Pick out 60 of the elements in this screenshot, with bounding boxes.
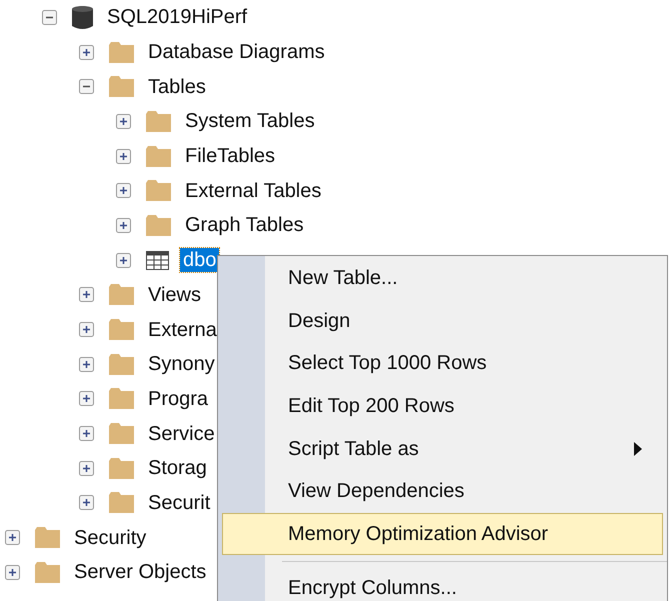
folder-icon xyxy=(109,492,134,514)
expand-icon[interactable] xyxy=(79,287,94,302)
expand-icon[interactable] xyxy=(79,426,94,442)
database-icon xyxy=(72,4,93,30)
collapse-icon[interactable] xyxy=(42,10,57,25)
folder-icon xyxy=(146,146,171,167)
folder-icon xyxy=(109,354,134,375)
expand-icon[interactable] xyxy=(79,391,94,406)
tree-item[interactable]: Security xyxy=(71,526,150,550)
folder-icon xyxy=(109,76,134,98)
expand-icon[interactable] xyxy=(116,218,131,233)
expand-icon[interactable] xyxy=(116,183,131,198)
tree-item[interactable]: Externa xyxy=(145,318,220,342)
collapse-icon[interactable] xyxy=(79,79,94,94)
menu-item[interactable]: Script Table as xyxy=(222,427,663,470)
expand-icon[interactable] xyxy=(79,356,94,372)
tree-item[interactable]: Progra xyxy=(145,386,212,411)
expand-icon[interactable] xyxy=(116,114,131,129)
tree-item[interactable]: Server Objects xyxy=(71,560,210,584)
expand-icon[interactable] xyxy=(79,460,94,476)
menu-item[interactable]: Encrypt Columns... xyxy=(222,567,663,601)
folder-icon xyxy=(109,284,134,306)
tree-item[interactable]: Service xyxy=(145,422,218,446)
menu-item[interactable]: New Table... xyxy=(222,257,663,300)
tree-item[interactable]: Graph Tables xyxy=(182,213,307,238)
expand-icon[interactable] xyxy=(79,322,94,338)
folder-icon xyxy=(109,458,134,479)
menu-item[interactable]: Select Top 1000 Rows xyxy=(222,342,663,385)
folder-icon xyxy=(109,319,134,340)
menu-item[interactable]: Memory Optimization Advisor xyxy=(222,512,663,556)
tree-item[interactable]: Synony xyxy=(145,352,218,376)
folder-icon xyxy=(109,42,134,63)
folder-icon xyxy=(109,388,134,410)
tree-item[interactable]: Storag xyxy=(145,456,210,480)
folder-icon xyxy=(146,214,171,236)
tree-item[interactable]: Views xyxy=(145,282,204,307)
tree-item[interactable]: Database Diagrams xyxy=(145,40,328,64)
tree-item[interactable]: Tables xyxy=(145,74,209,99)
folder-icon xyxy=(35,527,60,548)
expand-icon[interactable] xyxy=(79,44,94,60)
tree-item[interactable]: System Tables xyxy=(182,109,318,134)
submenu-arrow-icon xyxy=(634,442,642,456)
folder-icon xyxy=(146,180,171,202)
expand-icon[interactable] xyxy=(116,148,131,164)
folder-icon xyxy=(146,110,171,132)
folder-icon xyxy=(109,423,134,444)
tree-item[interactable]: dbo xyxy=(180,248,220,272)
tree-item[interactable]: FileTables xyxy=(182,144,278,168)
folder-icon xyxy=(35,562,60,583)
expand-icon[interactable] xyxy=(5,564,20,580)
expand-icon[interactable] xyxy=(5,530,20,546)
tree-item[interactable]: SQL2019HiPerf xyxy=(104,5,250,30)
menu-item[interactable]: Design xyxy=(222,300,663,342)
table-icon xyxy=(146,250,169,270)
menu-item[interactable]: View Dependencies xyxy=(222,470,663,513)
expand-icon[interactable] xyxy=(79,495,94,510)
menu-item[interactable]: Edit Top 200 Rows xyxy=(222,384,663,428)
tree-item[interactable]: External Tables xyxy=(182,178,324,203)
tree-item[interactable]: Securit xyxy=(145,490,214,515)
expand-icon[interactable] xyxy=(116,252,131,268)
